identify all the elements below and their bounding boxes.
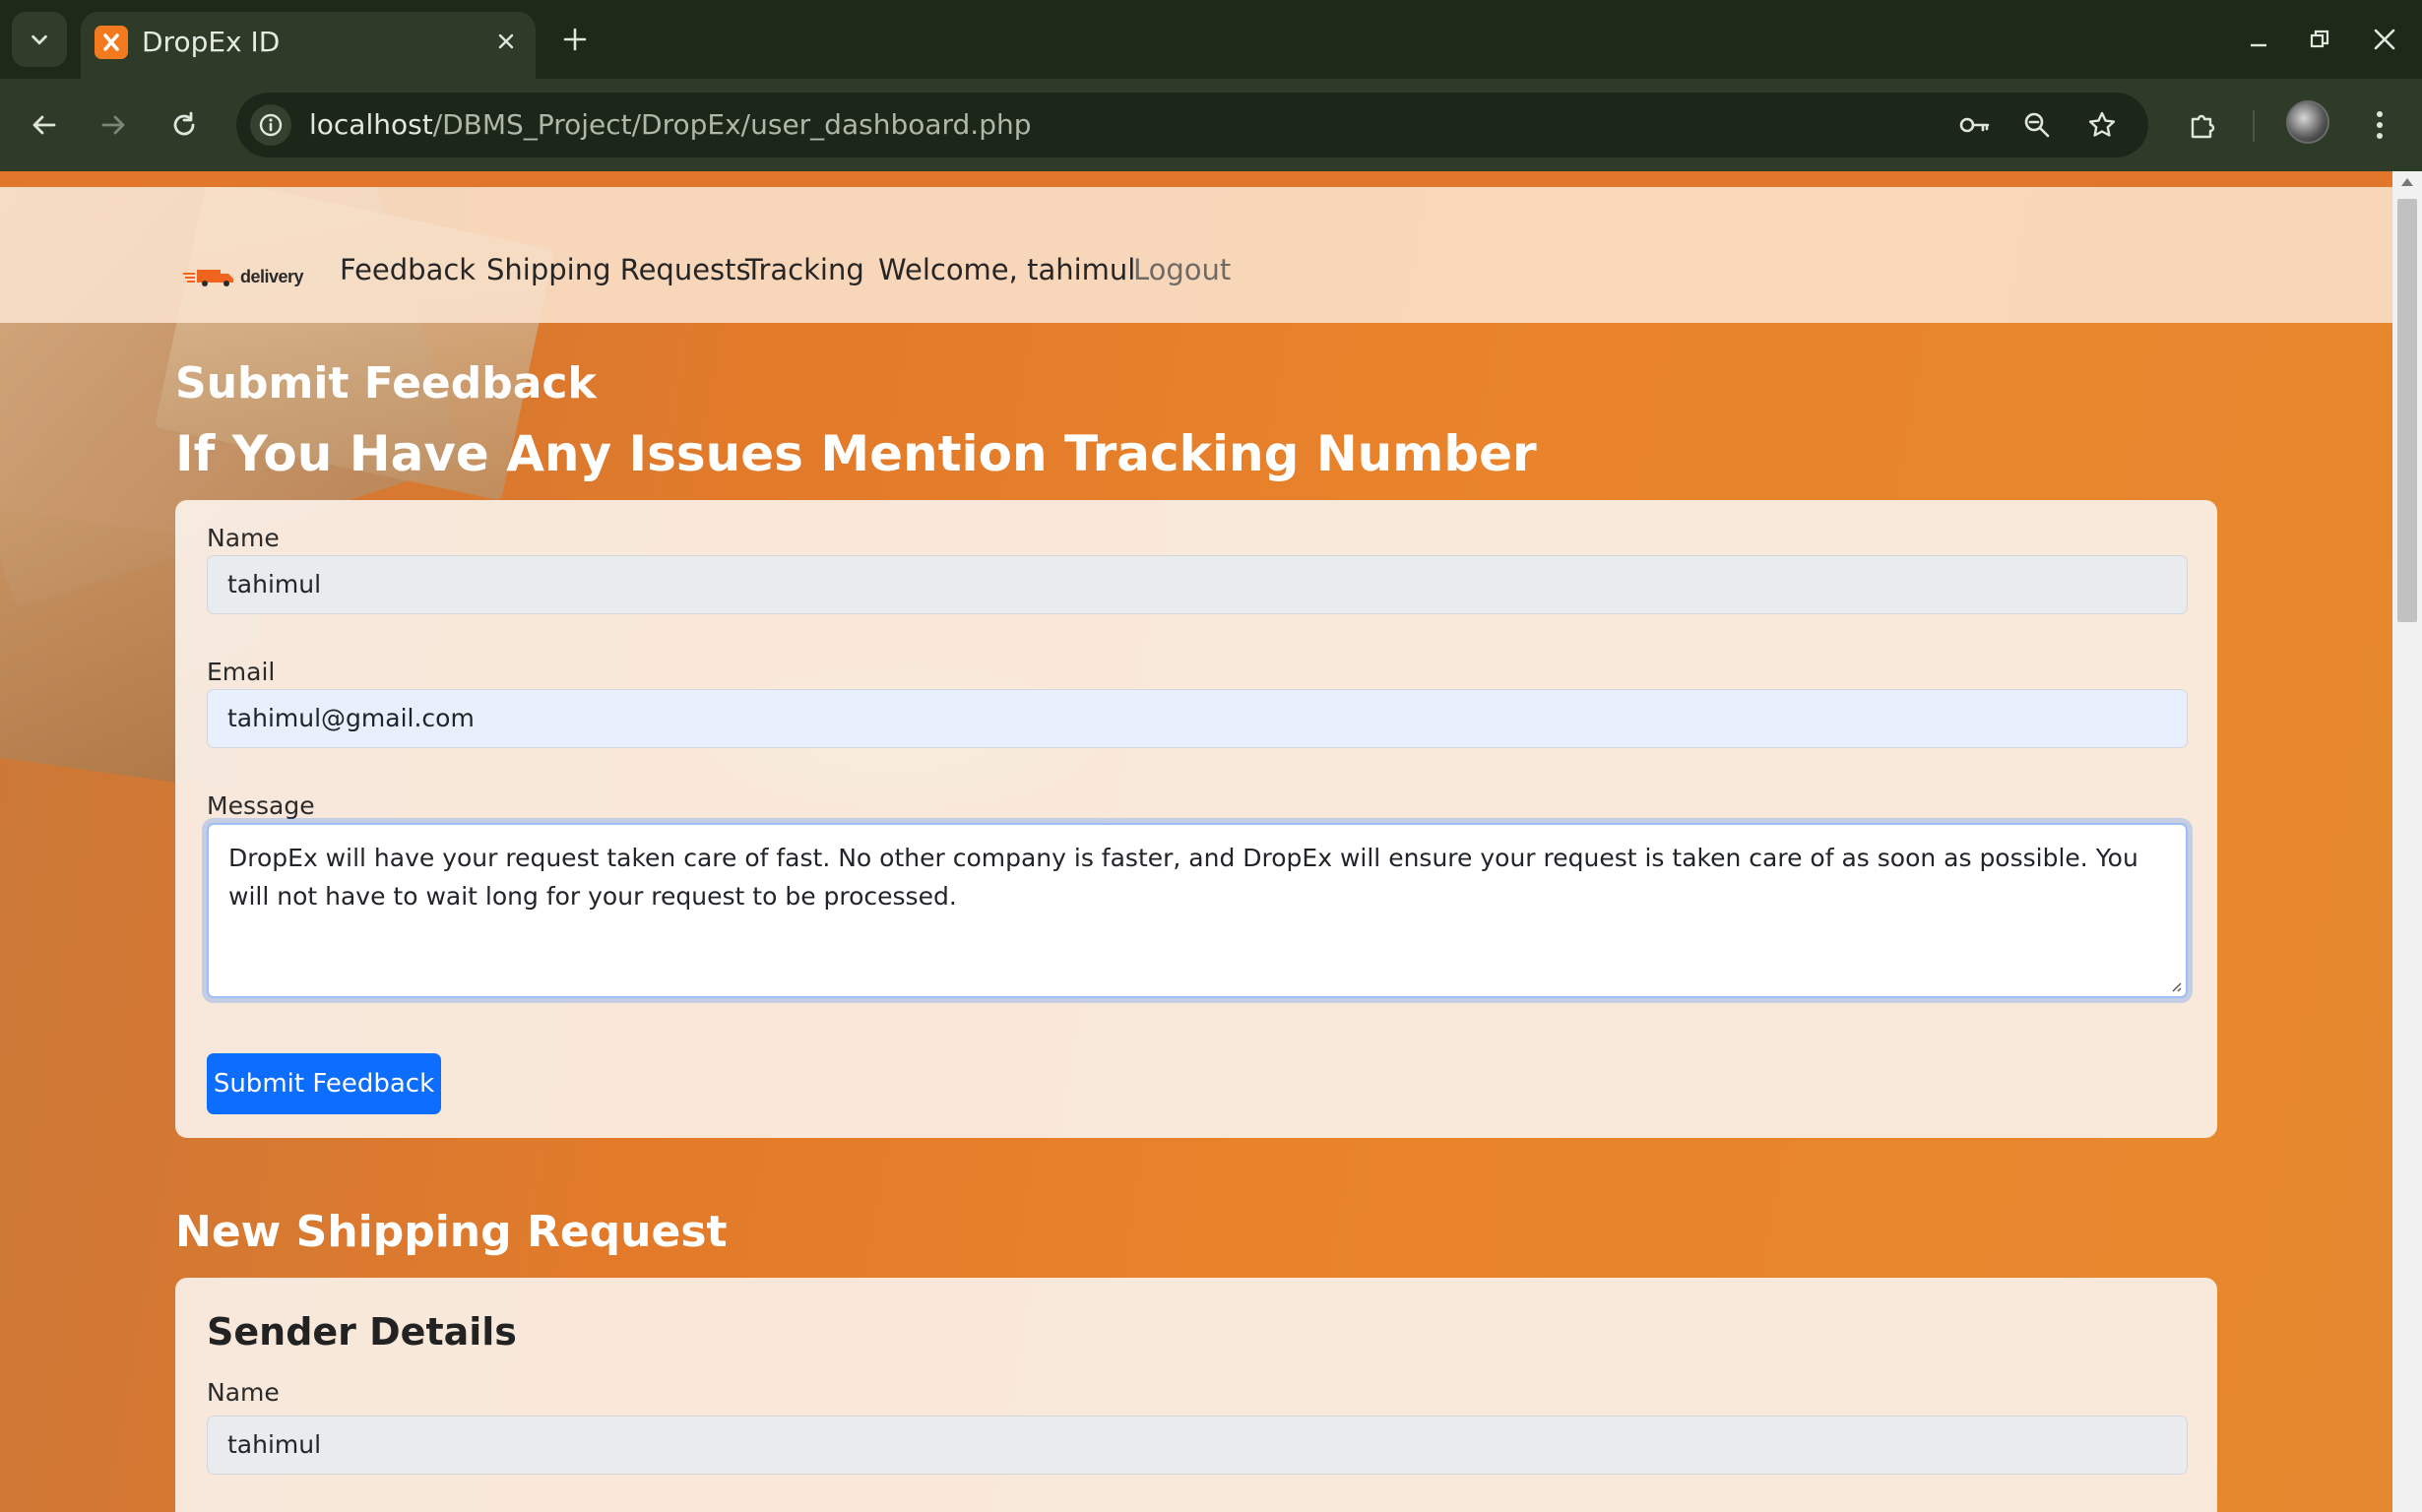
email-label: Email: [207, 658, 276, 686]
close-icon: [498, 33, 514, 49]
page-scrollbar[interactable]: [2392, 171, 2422, 1512]
browser-tab-active[interactable]: DropEx ID: [81, 12, 536, 79]
page-viewport: delivery Feedback Shipping Requests Trac…: [0, 171, 2392, 1512]
sender-details-heading: Sender Details: [207, 1310, 517, 1354]
scroll-up-arrow-icon[interactable]: [2400, 177, 2414, 187]
xampp-favicon-icon: [95, 26, 128, 59]
brand-logo[interactable]: delivery: [183, 266, 305, 291]
sender-name-label: Name: [207, 1378, 280, 1407]
key-icon: [1959, 117, 1990, 133]
new-shipping-request-heading: New Shipping Request: [175, 1207, 728, 1257]
name-field[interactable]: tahimul: [207, 555, 2188, 614]
password-key-button[interactable]: [1953, 104, 1995, 146]
reload-icon: [173, 111, 195, 136]
site-info-button[interactable]: [250, 104, 291, 146]
restore-icon: [2310, 30, 2329, 48]
message-label: Message: [207, 791, 315, 820]
extensions-button[interactable]: [2178, 100, 2227, 150]
submit-feedback-button[interactable]: Submit Feedback: [207, 1053, 441, 1114]
more-vertical-icon: [2377, 111, 2383, 139]
brand-text: delivery: [240, 267, 304, 286]
sender-details-card: Sender Details Name tahimul: [175, 1278, 2217, 1512]
info-icon: [259, 113, 283, 137]
toolbar-divider: [2253, 110, 2255, 142]
nav-link-logout[interactable]: Logout: [1133, 250, 1231, 289]
minimize-icon: [2251, 43, 2266, 47]
minimize-button[interactable]: [2235, 16, 2282, 63]
top-accent-strip: [0, 171, 2392, 187]
url-path: /DBMS_Project/DropEx/user_dashboard.php: [432, 108, 1032, 141]
reload-button[interactable]: [159, 100, 209, 150]
close-icon: [2374, 29, 2395, 50]
name-label: Name: [207, 524, 280, 552]
nav-welcome-text: Welcome, tahimul: [878, 253, 1136, 286]
feedback-subheading: If You Have Any Issues Mention Tracking …: [175, 425, 1537, 482]
nav-link-tracking[interactable]: Tracking: [745, 250, 864, 289]
puzzle-icon: [2191, 114, 2215, 139]
tab-title: DropEx ID: [142, 26, 281, 58]
url-host: localhost: [309, 108, 433, 141]
email-field[interactable]: tahimul@gmail.com: [207, 689, 2188, 748]
bookmark-button[interactable]: [2081, 104, 2123, 146]
browser-menu-button[interactable]: [2355, 100, 2404, 150]
resize-handle-icon[interactable]: [2168, 978, 2182, 992]
tab-search-button[interactable]: [12, 12, 67, 67]
zoom-button[interactable]: [2016, 104, 2058, 146]
browser-tab-bar: DropEx ID: [0, 0, 2422, 79]
forward-button[interactable]: [89, 100, 138, 150]
address-bar[interactable]: localhost/DBMS_Project/DropEx/user_dashb…: [236, 93, 2148, 158]
nav-link-feedback[interactable]: Feedback: [340, 250, 476, 289]
message-textarea[interactable]: DropEx will have your request taken care…: [207, 823, 2188, 998]
feedback-form-card: Name tahimul Email tahimul@gmail.com Mes…: [175, 500, 2217, 1138]
restore-button[interactable]: [2296, 16, 2343, 63]
message-text: DropEx will have your request taken care…: [228, 844, 2138, 911]
nav-link-shipping-requests[interactable]: Shipping Requests: [486, 250, 751, 289]
close-window-button[interactable]: [2361, 16, 2408, 63]
arrow-right-icon: [101, 115, 125, 135]
sender-name-field[interactable]: tahimul: [207, 1416, 2188, 1475]
plus-icon: [563, 28, 587, 51]
zoom-out-icon: [2024, 112, 2050, 138]
scrollbar-thumb[interactable]: [2397, 199, 2417, 622]
feedback-heading: Submit Feedback: [175, 358, 597, 409]
profile-avatar[interactable]: [2286, 100, 2329, 144]
site-navbar: delivery Feedback Shipping Requests Trac…: [0, 187, 2392, 323]
chevron-down-icon: [32, 34, 47, 45]
url-text: localhost/DBMS_Project/DropEx/user_dashb…: [309, 106, 1032, 144]
back-button[interactable]: [20, 100, 69, 150]
new-tab-button[interactable]: [551, 16, 599, 63]
arrow-left-icon: [32, 115, 56, 135]
tab-close-button[interactable]: [486, 22, 526, 61]
star-icon: [2088, 111, 2116, 137]
browser-toolbar: localhost/DBMS_Project/DropEx/user_dashb…: [0, 79, 2422, 171]
delivery-truck-icon: [183, 270, 233, 286]
